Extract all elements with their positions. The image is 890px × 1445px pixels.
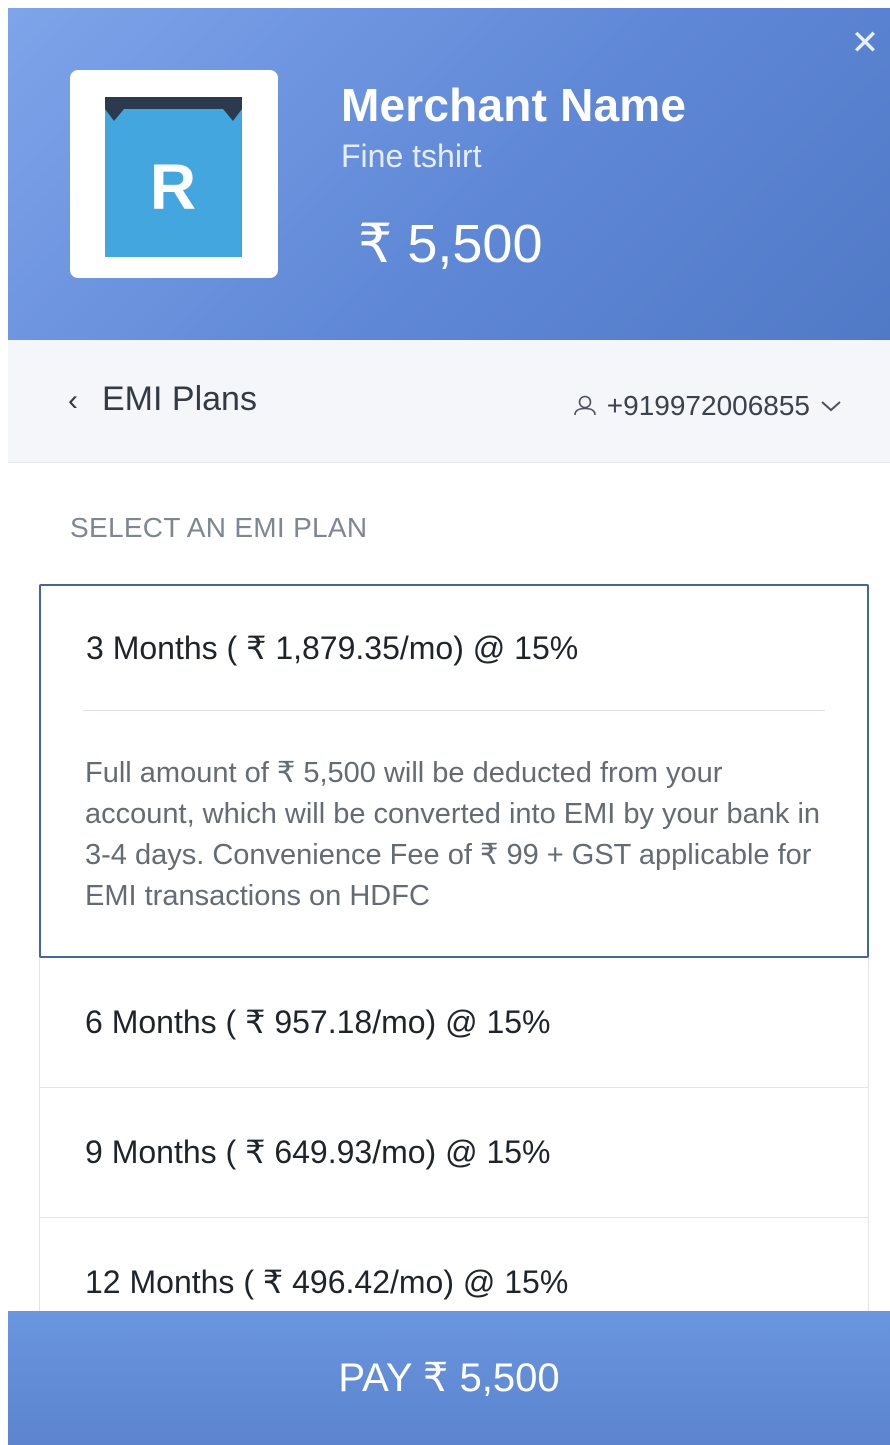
shopping-bag-icon: R (105, 97, 242, 257)
plan-label: 9 Months ( ₹ 649.93/mo) @ 15% (85, 1134, 551, 1170)
order-amount: ₹ 5,500 (358, 214, 543, 274)
chevron-left-icon: ‹ (68, 384, 78, 417)
plan-note: Full amount of ₹ 5,500 will be deducted … (85, 757, 821, 912)
section-title: SELECT AN EMI PLAN (70, 512, 368, 543)
back-button[interactable]: ‹ EMI Plans (68, 380, 257, 419)
merchant-name: Merchant Name (341, 79, 687, 131)
checkout-modal: ✕ R Merchant Name Fine tshirt ₹ 5,500 ‹ E… (8, 8, 890, 1445)
back-label: EMI Plans (102, 380, 257, 418)
merchant-header: ✕ R Merchant Name Fine tshirt ₹ 5,500 (8, 8, 890, 340)
emi-plan-list: 3 Months ( ₹ 1,879.35/mo) @ 15% Full amo… (39, 584, 869, 1348)
close-icon[interactable]: ✕ (848, 26, 882, 60)
phone-number: +919972006855 (606, 390, 810, 421)
logo-letter: R (150, 151, 196, 223)
emi-plan-option[interactable]: 3 Months ( ₹ 1,879.35/mo) @ 15% Full amo… (39, 584, 869, 958)
plan-label: 3 Months ( ₹ 1,879.35/mo) @ 15% (86, 630, 579, 666)
user-icon (573, 395, 596, 416)
emi-subheader: ‹ EMI Plans +919972006855 (8, 340, 890, 463)
contact-selector[interactable]: +919972006855 (573, 390, 842, 422)
emi-plan-option[interactable]: 9 Months ( ₹ 649.93/mo) @ 15% (39, 1087, 869, 1218)
chevron-down-icon (821, 401, 841, 412)
merchant-logo: R (70, 70, 278, 278)
emi-plan-option[interactable]: 6 Months ( ₹ 957.18/mo) @ 15% (39, 957, 869, 1088)
product-name: Fine tshirt (341, 138, 482, 174)
pay-button[interactable]: PAY ₹ 5,500 (8, 1311, 890, 1445)
plan-label: 6 Months ( ₹ 957.18/mo) @ 15% (85, 1004, 551, 1040)
